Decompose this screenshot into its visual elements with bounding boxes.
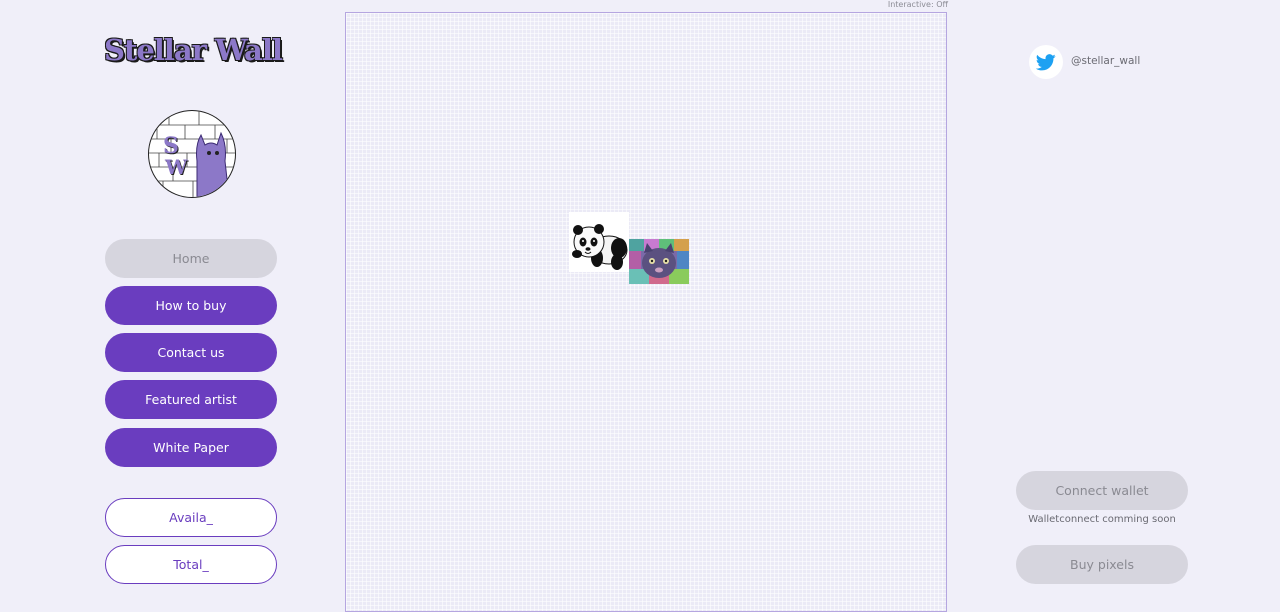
available-pixels-counter: Availa_ [105, 498, 277, 537]
psychedelic-cat-image[interactable] [629, 239, 689, 284]
featured-artist-button[interactable]: Featured artist [105, 380, 277, 419]
stellar-wall-logo[interactable]: Stellar Wall [104, 33, 283, 73]
walletconnect-note: Walletconnect comming soon [1028, 514, 1176, 525]
connect-wallet-button[interactable]: Connect wallet [1016, 471, 1188, 510]
brick-wall-cat-illustration [149, 111, 235, 197]
pixel-canvas[interactable] [345, 12, 947, 612]
total-pixels-counter: Total_ [105, 545, 277, 584]
twitter-handle[interactable]: @stellar_wall [1071, 55, 1140, 67]
stellar-wall-avatar: S W [148, 110, 236, 198]
contact-us-button[interactable]: Contact us [105, 333, 277, 372]
buy-pixels-button[interactable]: Buy pixels [1016, 545, 1188, 584]
psychedelic-cat-icon [629, 239, 689, 284]
how-to-buy-button[interactable]: How to buy [105, 286, 277, 325]
twitter-link[interactable] [1029, 45, 1063, 79]
twitter-icon [1036, 53, 1056, 70]
avatar-letter-w: W [165, 155, 188, 179]
white-paper-button[interactable]: White Paper [105, 428, 277, 467]
home-button[interactable]: Home [105, 239, 277, 278]
interactive-status: Interactive: Off [887, 0, 948, 9]
panda-image[interactable] [569, 212, 629, 272]
panda-icon [572, 224, 628, 270]
